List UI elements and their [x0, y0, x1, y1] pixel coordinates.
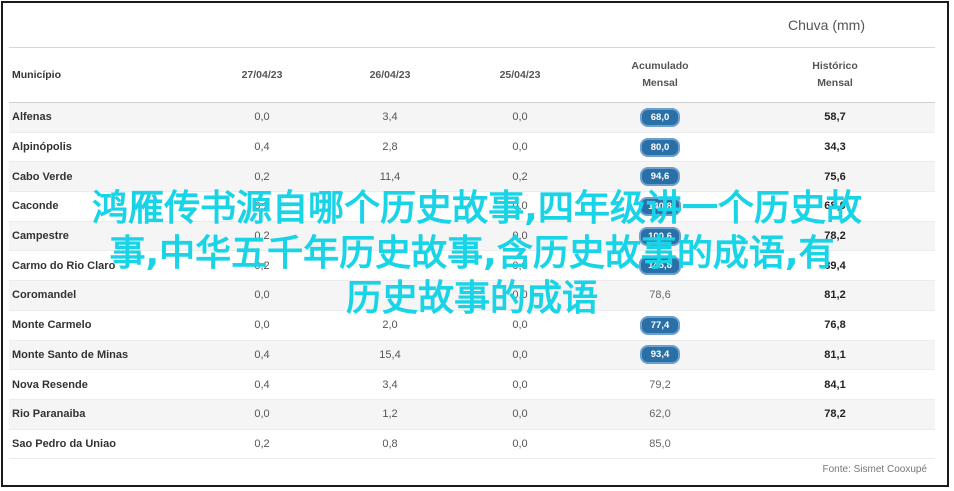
cell-date-2-text: 15,4: [379, 348, 401, 361]
cell-municipio-text: Rio Paranaiba: [12, 408, 86, 421]
cell-date-3: 0,0: [455, 429, 585, 460]
cell-date-1: 0,0: [199, 102, 325, 133]
table-row: Rio Paranaiba 0,0 1,2 0,0 62,0 78,2: [9, 399, 935, 430]
source-note: Fonte: Sismet Cooxupé: [822, 464, 928, 475]
cell-acumulado: 62,0: [585, 399, 735, 430]
cell-date-3-text: 0,0: [512, 437, 528, 450]
cell-date-1-text: 0,4: [254, 378, 270, 391]
cell-date-2: 15,4: [325, 340, 455, 371]
cell-historico: 78,2: [735, 399, 935, 430]
cell-date-2: 2,8: [325, 132, 455, 163]
cell-municipio: Sao Pedro da Uniao: [9, 429, 199, 460]
cell-acumulado: 80,0: [585, 132, 735, 163]
cell-date-3-text: 0,0: [512, 348, 528, 361]
cell-date-1-text: 0,0: [254, 111, 270, 124]
cell-historico: 81,1: [735, 340, 935, 371]
cell-date-1: 0,4: [199, 132, 325, 163]
table-row: Alfenas 0,0 3,4 0,0 68,0 58,7: [9, 102, 935, 133]
watermark-overlay-text: 鸿雁传书源自哪个历史故事,四年级讲一个历史故 事,中华五千年历史故事,含历史故事…: [0, 186, 954, 321]
cell-date-3-text: 0,0: [512, 111, 528, 124]
cell-municipio: Alfenas: [9, 102, 199, 133]
table-row: Monte Santo de Minas 0,4 15,4 0,0 93,4 81,1: [9, 340, 935, 371]
cell-date-1-text: 0,2: [254, 170, 270, 183]
table-header-row: Município 27/04/23 26/04/23 25/04/23 Acu…: [9, 47, 935, 103]
table-row: Nova Resende 0,4 3,4 0,0 79,2 84,1: [9, 369, 935, 400]
header-acumulado: Acumulado Mensal: [585, 47, 735, 103]
cell-date-1: 0,4: [199, 369, 325, 400]
cell-date-2: 0,8: [325, 429, 455, 460]
cell-municipio-text: Monte Santo de Minas: [12, 348, 129, 361]
cell-historico-text: 81,1: [824, 348, 846, 361]
overlay-line-1: 鸿雁传书源自哪个历史故事,四年级讲一个历史故: [92, 188, 862, 229]
overlay-line-3: 历史故事的成语: [345, 278, 598, 319]
cell-historico: 84,1: [735, 369, 935, 400]
cell-date-2-text: 1,2: [382, 408, 398, 421]
cell-date-1-text: 0,2: [254, 437, 270, 450]
cell-date-3: 0,0: [455, 399, 585, 430]
cell-date-2: 1,2: [325, 399, 455, 430]
acumulado-value: 62,0: [649, 408, 671, 421]
cell-historico: 58,7: [735, 102, 935, 133]
cell-historico-text: 75,6: [824, 170, 846, 183]
header-date-1: 27/04/23: [199, 47, 325, 103]
cell-date-3: 0,0: [455, 132, 585, 163]
cell-municipio: Nova Resende: [9, 369, 199, 400]
acumulado-badge: 68,0: [640, 107, 680, 127]
cell-date-2-text: 0,8: [382, 437, 398, 450]
cell-date-2: 3,4: [325, 369, 455, 400]
cell-date-1-text: 0,0: [254, 408, 270, 421]
cell-municipio-text: Alpinópolis: [12, 141, 72, 154]
cell-date-3-text: 0,0: [512, 408, 528, 421]
cell-date-1-text: 0,4: [254, 141, 270, 154]
header-historico: Histórico Mensal: [735, 47, 935, 103]
cell-date-3-text: 0,0: [512, 378, 528, 391]
header-date-3: 25/04/23: [455, 47, 585, 103]
cell-historico-text: 84,1: [824, 378, 846, 391]
cell-date-1: 0,4: [199, 340, 325, 371]
cell-date-2: 3,4: [325, 102, 455, 133]
acumulado-badge: 94,6: [640, 167, 680, 187]
cell-date-3-text: 0,0: [512, 141, 528, 154]
overlay-line-2: 事,中华五千年历史故事,含历史故事的成语,有: [109, 233, 835, 274]
acumulado-badge: 93,4: [640, 345, 680, 365]
table-row: Sao Pedro da Uniao 0,2 0,8 0,0 85,0: [9, 429, 935, 460]
chart-title: Chuva (mm): [787, 17, 865, 33]
cell-date-2-text: 11,4: [379, 170, 401, 183]
acumulado-badge: 80,0: [640, 137, 680, 157]
cell-date-1: 0,2: [199, 429, 325, 460]
cell-historico: 34,3: [735, 132, 935, 163]
cell-date-1: 0,0: [199, 399, 325, 430]
cell-municipio-text: Cabo Verde: [12, 170, 73, 183]
cell-date-2-text: 2,8: [382, 141, 398, 154]
cell-date-3: 0,0: [455, 340, 585, 371]
cell-acumulado: 85,0: [585, 429, 735, 460]
cell-date-3: 0,0: [455, 369, 585, 400]
cell-historico-text: 34,3: [824, 141, 846, 154]
cell-municipio: Monte Santo de Minas: [9, 340, 199, 371]
cell-historico-text: 58,7: [824, 111, 846, 124]
cell-municipio: Rio Paranaiba: [9, 399, 199, 430]
cell-date-2-text: 3,4: [382, 378, 398, 391]
acumulado-value: 79,2: [649, 378, 671, 391]
cell-date-1-text: 0,4: [254, 348, 270, 361]
cell-historico-text: 78,2: [824, 408, 846, 421]
acumulado-value: 85,0: [649, 437, 671, 450]
cell-acumulado: 79,2: [585, 369, 735, 400]
cell-acumulado: 68,0: [585, 102, 735, 133]
header-date-2: 26/04/23: [325, 47, 455, 103]
cell-municipio: Alpinópolis: [9, 132, 199, 163]
cell-acumulado: 93,4: [585, 340, 735, 371]
header-municipio: Município: [9, 47, 199, 103]
cell-date-2-text: 3,4: [382, 111, 398, 124]
cell-historico: [735, 429, 935, 460]
cell-municipio-text: Alfenas: [12, 111, 52, 124]
table-row: Alpinópolis 0,4 2,8 0,0 80,0 34,3: [9, 132, 935, 163]
cell-municipio-text: Sao Pedro da Uniao: [12, 437, 116, 450]
cell-municipio-text: Nova Resende: [12, 378, 88, 391]
cell-date-3-text: 0,2: [512, 170, 528, 183]
cell-date-3: 0,0: [455, 102, 585, 133]
